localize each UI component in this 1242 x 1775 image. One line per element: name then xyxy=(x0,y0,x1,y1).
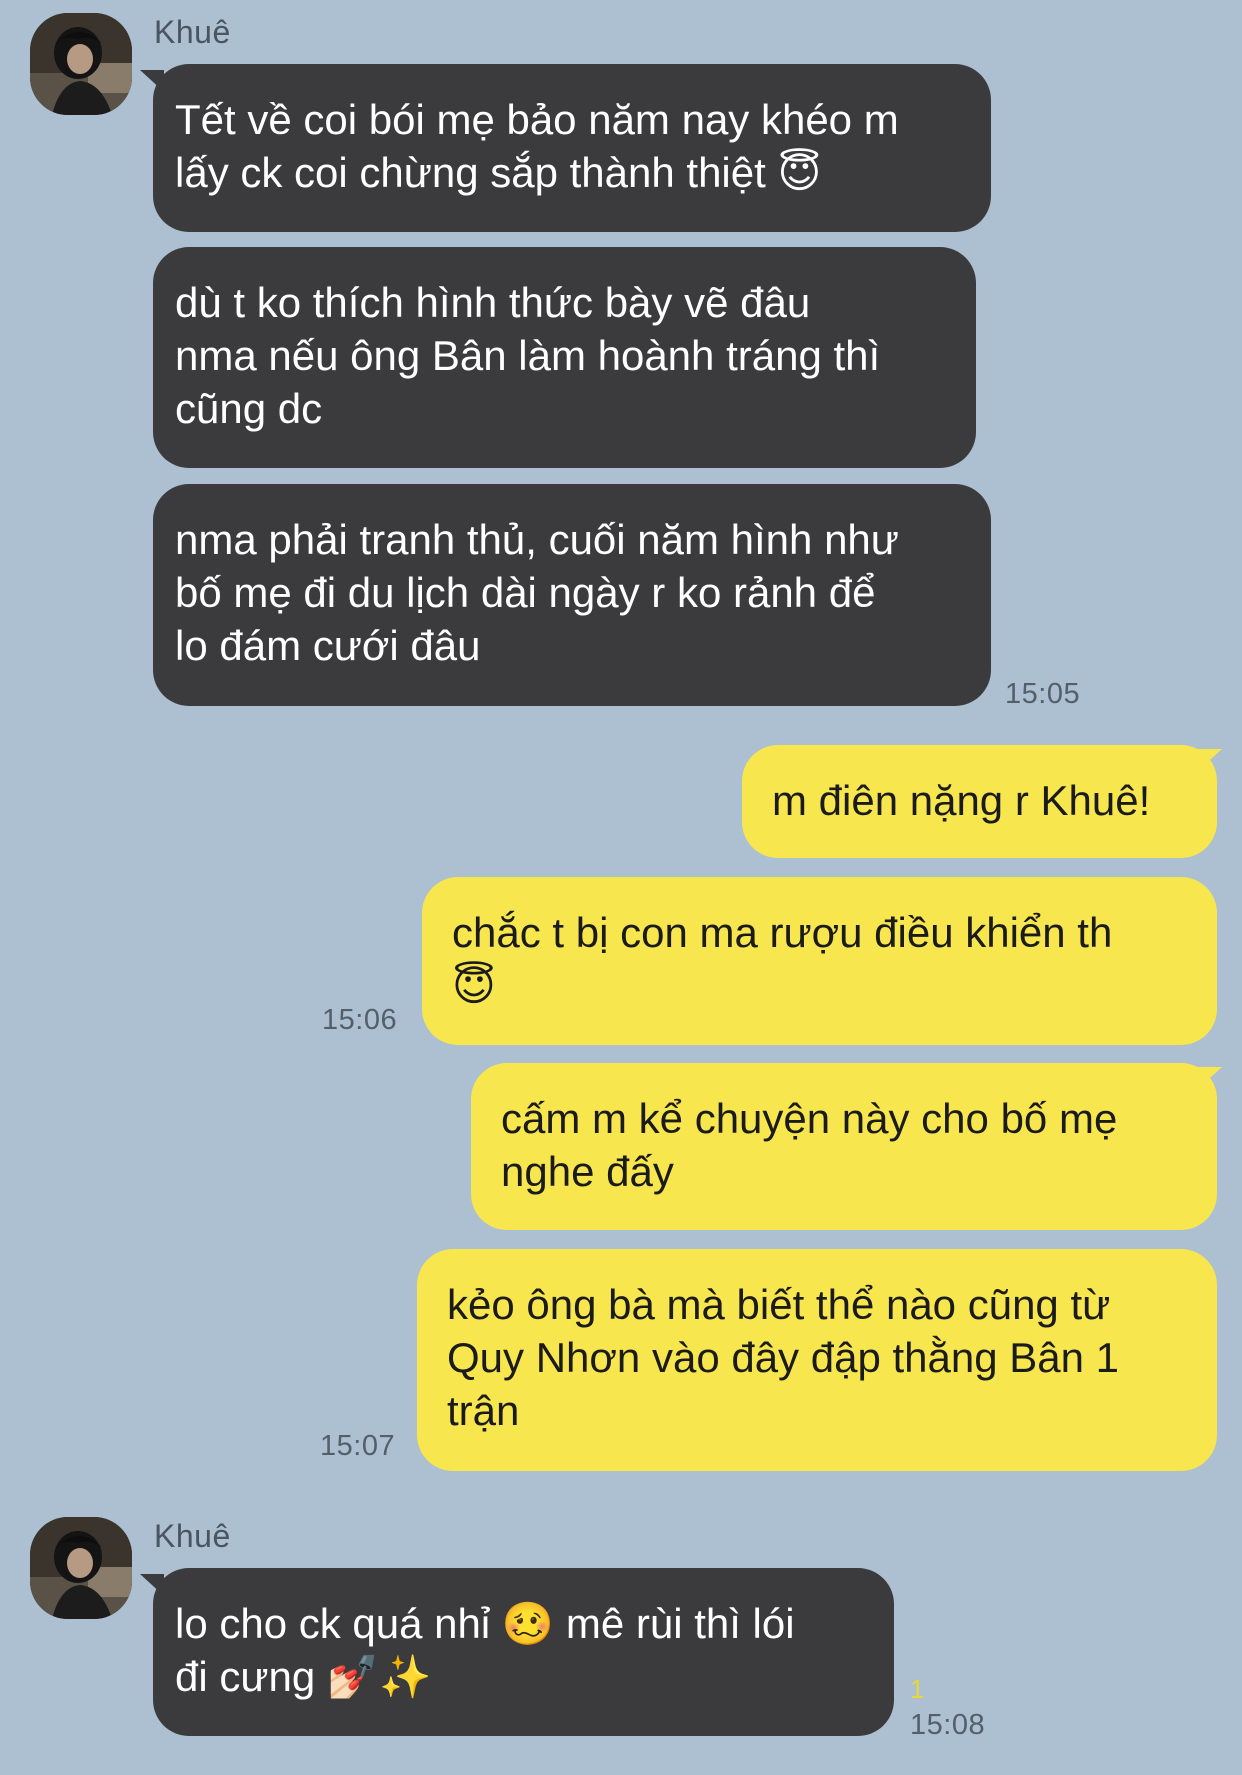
incoming-message[interactable]: nma phải tranh thủ, cuối năm hình như bố… xyxy=(153,484,991,706)
sender-name: Khuê xyxy=(154,14,231,50)
message-time: 15:05 xyxy=(1005,678,1081,710)
incoming-message[interactable]: dù t ko thích hình thức bày vẽ đâu nma n… xyxy=(153,247,976,468)
message-time: 15:07 xyxy=(320,1430,396,1462)
outgoing-message[interactable]: m điên nặng r Khuê! xyxy=(742,745,1217,858)
outgoing-message[interactable]: chắc t bị con ma rượu điều khiển th 😇 xyxy=(422,877,1217,1045)
message-time: 15:08 xyxy=(910,1709,986,1741)
avatar[interactable] xyxy=(30,1517,132,1619)
incoming-message[interactable]: lo cho ck quá nhỉ 🥴 mê rùi thì lói đi cư… xyxy=(153,1568,894,1736)
unread-count: 1 xyxy=(910,1674,925,1704)
sender-name: Khuê xyxy=(154,1518,231,1554)
outgoing-message[interactable]: kẻo ông bà mà biết thể nào cũng từ Quy N… xyxy=(417,1249,1217,1471)
avatar[interactable] xyxy=(30,13,132,115)
incoming-message[interactable]: Tết về coi bói mẹ bảo năm nay khéo m lấy… xyxy=(153,64,991,232)
message-time: 15:06 xyxy=(322,1004,398,1036)
outgoing-message[interactable]: cấm m kể chuyện này cho bố mẹ nghe đấy xyxy=(471,1063,1217,1230)
